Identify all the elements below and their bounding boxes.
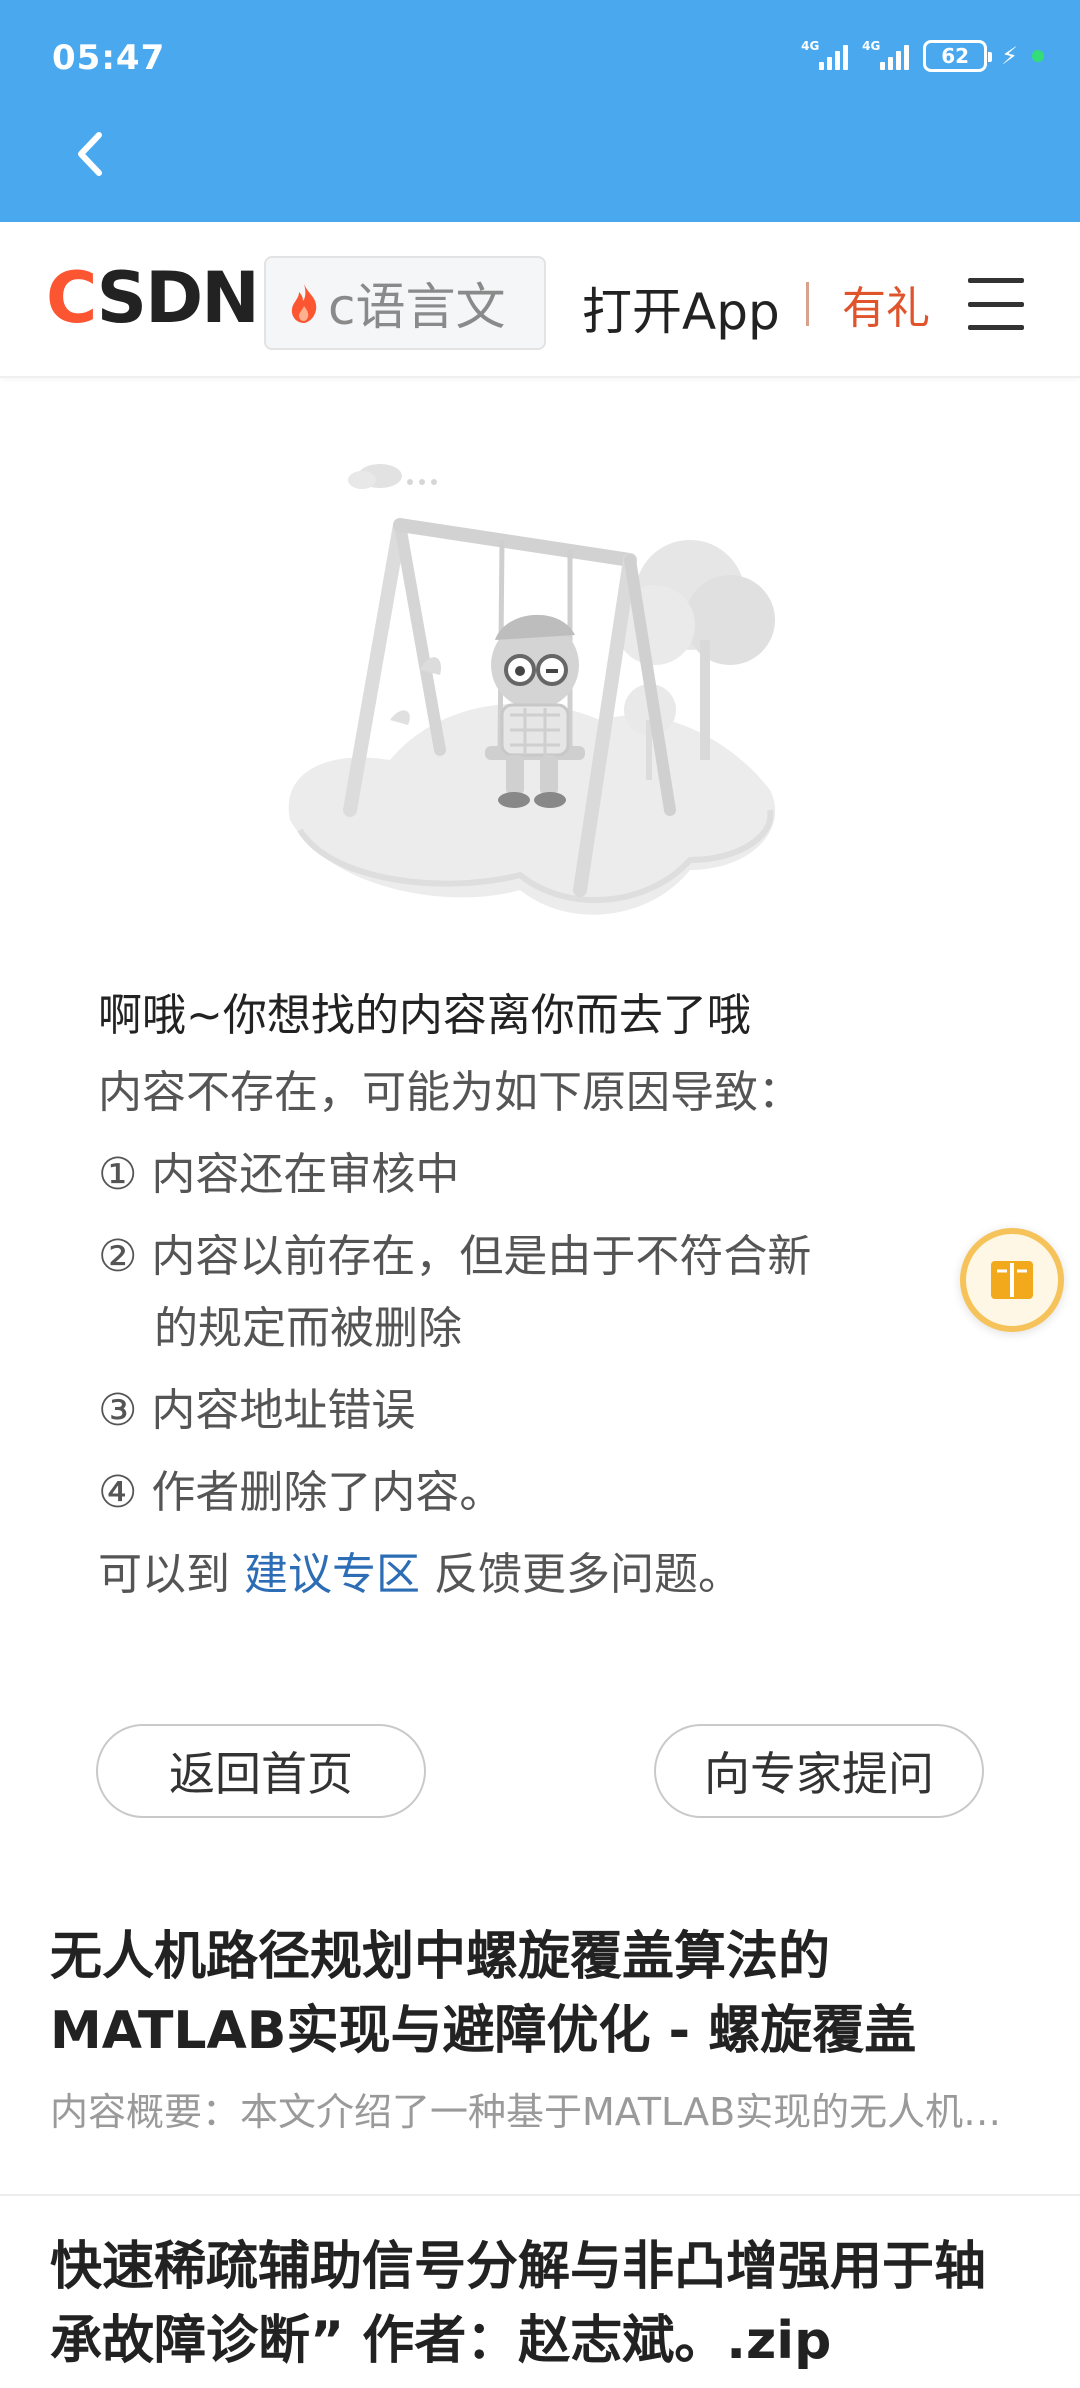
- flame-icon: [291, 284, 317, 323]
- header-divider: [806, 282, 809, 326]
- top-bar: 05:47 4G 4G 62 ⚡: [0, 0, 1080, 222]
- signal-type-label-2: 4G: [862, 39, 881, 53]
- status-time: 05:47: [52, 38, 166, 78]
- reason-2: ② 内容以前存在，但是由于不符合新: [98, 1231, 812, 1282]
- reason-4: ④ 作者删除了内容。: [98, 1467, 504, 1518]
- menu-icon: [968, 278, 1024, 283]
- charging-icon: ⚡: [1001, 42, 1018, 70]
- menu-button[interactable]: [968, 278, 1024, 330]
- reason-2-continued: 的规定而被删除: [154, 1303, 462, 1354]
- signal-icon-2: 4G: [862, 39, 910, 70]
- article-description: 内容概要：本文介绍了一种基于MATLAB实现的无人机路径规划螺旋覆盖算法: [50, 2090, 1030, 2134]
- search-chip-text: c语言文: [328, 278, 506, 336]
- site-header: CSDN c语言文 打开App 有礼: [0, 222, 1080, 378]
- search-chip[interactable]: c语言文: [264, 256, 546, 350]
- article-title: 快速稀疏辅助信号分解与非凸增强用于轴承故障诊断” 作者：赵志斌。.zip: [50, 2237, 987, 2371]
- reason-3: ③ 内容地址错误: [98, 1385, 416, 1436]
- reason-1: ① 内容还在审核中: [98, 1149, 460, 1200]
- csdn-logo[interactable]: CSDN: [46, 257, 260, 339]
- feedback-prefix: 可以到: [98, 1549, 244, 1600]
- back-button[interactable]: [64, 124, 114, 184]
- status-icons: 4G 4G 62 ⚡: [801, 40, 1044, 72]
- article-divider: [0, 2194, 1080, 2196]
- book-icon: [991, 1261, 1033, 1299]
- not-found-title: 啊哦~你想找的内容离你而去了哦: [98, 990, 751, 1041]
- status-dot-icon: [1032, 50, 1044, 62]
- feedback-line: 可以到 建议专区 反馈更多问题。: [98, 1534, 958, 1616]
- article-item[interactable]: 快速稀疏辅助信号分解与非凸增强用于轴承故障诊断” 作者：赵志斌。.zip: [0, 2230, 1080, 2378]
- floating-reward-button[interactable]: [960, 1228, 1064, 1332]
- article-title: 无人机路径规划中螺旋覆盖算法的MATLAB实现与避障优化 - 螺旋覆盖: [50, 1927, 917, 2061]
- gift-link[interactable]: 有礼: [842, 272, 930, 336]
- logo-letters: SDN: [96, 257, 260, 339]
- ask-expert-button[interactable]: 向专家提问: [654, 1724, 984, 1818]
- back-arrow-icon: [78, 132, 102, 176]
- logo-letter-c: C: [46, 257, 99, 339]
- article-item[interactable]: 无人机路径规划中螺旋覆盖算法的MATLAB实现与避障优化 - 螺旋覆盖 内容概要…: [0, 1920, 1080, 2142]
- signal-icon: 4G: [801, 39, 849, 70]
- battery-icon: 62: [923, 40, 993, 72]
- empty-state-illustration: [288, 464, 776, 915]
- open-app-link[interactable]: 打开App: [582, 272, 780, 344]
- not-found-message: 啊哦~你想找的内容离你而去了哦 内容不存在，可能为如下原因导致： ① 内容还在审…: [98, 980, 958, 1616]
- back-to-home-button[interactable]: 返回首页: [96, 1724, 426, 1818]
- signal-type-label: 4G: [801, 39, 820, 53]
- reason-intro: 内容不存在，可能为如下原因导致：: [98, 1067, 802, 1118]
- feedback-suffix: 反馈更多问题。: [420, 1549, 742, 1600]
- suggestion-zone-link[interactable]: 建议专区: [244, 1549, 420, 1600]
